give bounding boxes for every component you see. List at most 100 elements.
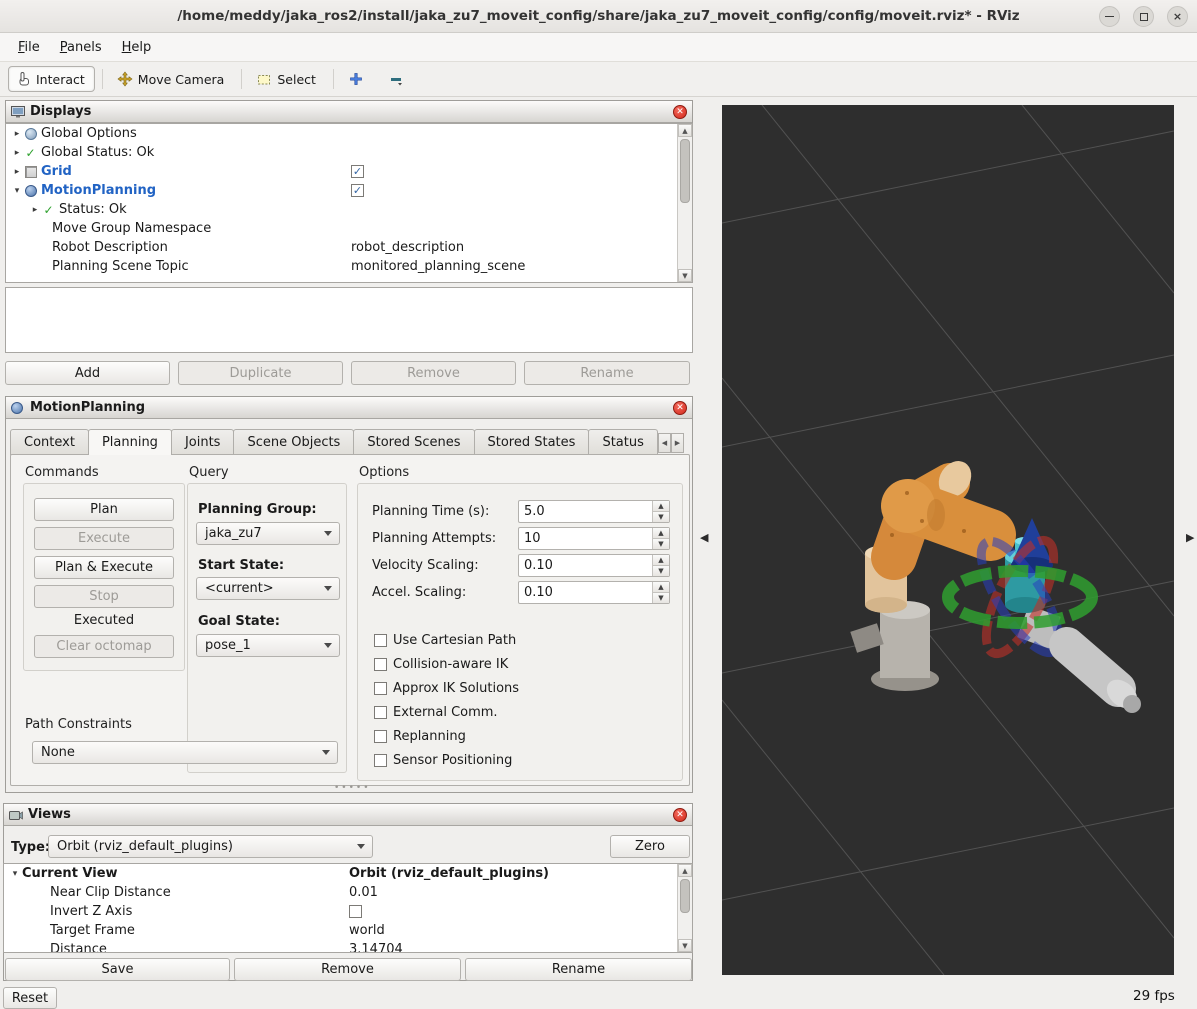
remove-view-button[interactable]: Remove xyxy=(234,958,461,981)
scrollbar-thumb[interactable] xyxy=(680,139,690,203)
collision-aware-ik-checkbox[interactable] xyxy=(374,658,387,671)
row-value[interactable]: world xyxy=(349,923,385,938)
spin-up-icon[interactable]: ▲ xyxy=(653,501,669,512)
views-close-button[interactable]: ✕ xyxy=(673,808,687,822)
accel-scaling-spinbox[interactable]: 0.10 ▲▼ xyxy=(518,581,670,604)
display-row-grid[interactable]: ▸Grid ✓ xyxy=(6,162,692,181)
display-row-motionplanning[interactable]: ▾MotionPlanning ✓ xyxy=(6,181,692,200)
plan-button[interactable]: Plan xyxy=(34,498,174,521)
tab-stored-scenes[interactable]: Stored Scenes xyxy=(353,429,474,455)
spin-up-icon[interactable]: ▲ xyxy=(653,555,669,566)
menu-file[interactable]: File xyxy=(8,36,50,59)
views-panel-header[interactable]: Views ✕ xyxy=(4,804,692,826)
collapse-arrow-icon[interactable]: ▾ xyxy=(8,869,22,879)
scroll-up-icon[interactable]: ▲ xyxy=(678,864,692,877)
invert-z-axis-checkbox[interactable] xyxy=(349,905,362,918)
maximize-button[interactable] xyxy=(1133,6,1154,27)
reset-button[interactable]: Reset xyxy=(3,987,57,1009)
add-display-button[interactable]: Add xyxy=(5,361,170,385)
use-cartesian-path-option[interactable]: Use Cartesian Path xyxy=(374,632,516,648)
panel-collapse-handle-right[interactable]: ▶ xyxy=(1186,531,1194,544)
remove-tool-button[interactable] xyxy=(381,66,414,92)
tab-scroll-left-icon[interactable]: ◀ xyxy=(658,433,671,453)
rename-display-button[interactable]: Rename xyxy=(524,361,690,385)
collapse-arrow-icon[interactable]: ▾ xyxy=(10,186,24,196)
display-row-status-ok[interactable]: ▸✓Status: Ok xyxy=(6,200,692,219)
planning-time-spinbox[interactable]: 5.0 ▲▼ xyxy=(518,500,670,523)
spin-down-icon[interactable]: ▼ xyxy=(653,566,669,576)
approx-ik-solutions-checkbox[interactable] xyxy=(374,682,387,695)
panel-collapse-handle-left[interactable]: ◀ xyxy=(700,531,708,544)
use-cartesian-path-checkbox[interactable] xyxy=(374,634,387,647)
spin-down-icon[interactable]: ▼ xyxy=(653,593,669,603)
row-value[interactable]: 3.14704 xyxy=(349,942,403,953)
move-camera-tool-button[interactable]: Move Camera xyxy=(110,66,235,92)
spin-up-icon[interactable]: ▲ xyxy=(653,582,669,593)
approx-ik-solutions-option[interactable]: Approx IK Solutions xyxy=(374,680,519,696)
planning-group-select[interactable]: jaka_zu7 xyxy=(196,522,340,545)
display-row-global-options[interactable]: ▸Global Options xyxy=(6,124,692,143)
motionplanning-close-button[interactable]: ✕ xyxy=(673,401,687,415)
view-row-current-view[interactable]: ▾Current View Orbit (rviz_default_plugin… xyxy=(4,864,692,883)
tab-scene-objects[interactable]: Scene Objects xyxy=(233,429,354,455)
menu-help[interactable]: Help xyxy=(112,36,162,59)
scroll-up-icon[interactable]: ▲ xyxy=(678,124,692,137)
remove-display-button[interactable]: Remove xyxy=(351,361,516,385)
view-row-distance[interactable]: Distance 3.14704 xyxy=(4,940,692,953)
scroll-down-icon[interactable]: ▼ xyxy=(678,269,692,282)
display-row-global-status[interactable]: ▸✓Global Status: Ok xyxy=(6,143,692,162)
stop-button[interactable]: Stop xyxy=(34,585,174,608)
row-value[interactable]: 0.01 xyxy=(349,885,378,900)
expand-arrow-icon[interactable]: ▸ xyxy=(10,167,24,177)
menu-panels[interactable]: Panels xyxy=(50,36,112,59)
display-row-robot-description[interactable]: Robot Description robot_description xyxy=(6,238,692,257)
tab-context[interactable]: Context xyxy=(10,429,89,455)
add-tool-button[interactable] xyxy=(341,66,374,92)
view-row-target-frame[interactable]: Target Frame world xyxy=(4,921,692,940)
external-comm-option[interactable]: External Comm. xyxy=(374,704,498,720)
row-value[interactable]: robot_description xyxy=(351,240,464,255)
3d-viewport[interactable] xyxy=(722,105,1174,975)
view-row-invert-z[interactable]: Invert Z Axis xyxy=(4,902,692,921)
displays-scrollbar[interactable]: ▲ ▼ xyxy=(677,124,692,282)
expand-arrow-icon[interactable]: ▸ xyxy=(28,205,42,215)
goal-state-select[interactable]: pose_1 xyxy=(196,634,340,657)
resize-grip[interactable]: ••••• xyxy=(334,783,371,793)
zero-view-button[interactable]: Zero xyxy=(610,835,690,858)
planning-attempts-spinbox[interactable]: 10 ▲▼ xyxy=(518,527,670,550)
minimize-button[interactable] xyxy=(1099,6,1120,27)
select-tool-button[interactable]: Select xyxy=(249,66,326,92)
spin-up-icon[interactable]: ▲ xyxy=(653,528,669,539)
execute-button[interactable]: Execute xyxy=(34,527,174,550)
tab-scroll-right-icon[interactable]: ▶ xyxy=(671,433,684,453)
expand-arrow-icon[interactable]: ▸ xyxy=(10,148,24,158)
spin-down-icon[interactable]: ▼ xyxy=(653,512,669,522)
spin-down-icon[interactable]: ▼ xyxy=(653,539,669,549)
display-row-planning-scene-topic[interactable]: Planning Scene Topic monitored_planning_… xyxy=(6,257,692,276)
display-row-move-group-namespace[interactable]: Move Group Namespace xyxy=(6,219,692,238)
tab-planning[interactable]: Planning xyxy=(88,429,172,455)
tab-status[interactable]: Status xyxy=(588,429,657,455)
close-button[interactable]: × xyxy=(1167,6,1188,27)
duplicate-display-button[interactable]: Duplicate xyxy=(178,361,343,385)
tab-stored-states[interactable]: Stored States xyxy=(474,429,590,455)
clear-octomap-button[interactable]: Clear octomap xyxy=(34,635,174,658)
titlebar[interactable]: /home/meddy/jaka_ros2/install/jaka_zu7_m… xyxy=(0,0,1197,33)
expand-arrow-icon[interactable]: ▸ xyxy=(10,129,24,139)
scroll-down-icon[interactable]: ▼ xyxy=(678,939,692,952)
displays-panel-header[interactable]: Displays ✕ xyxy=(6,101,692,123)
motionplanning-enabled-checkbox[interactable]: ✓ xyxy=(351,184,364,197)
tab-joints[interactable]: Joints xyxy=(171,429,235,455)
replanning-checkbox[interactable] xyxy=(374,730,387,743)
views-scrollbar[interactable]: ▲ ▼ xyxy=(677,864,692,952)
view-row-near-clip[interactable]: Near Clip Distance 0.01 xyxy=(4,883,692,902)
sensor-positioning-checkbox[interactable] xyxy=(374,754,387,767)
scrollbar-thumb[interactable] xyxy=(680,879,690,913)
grid-enabled-checkbox[interactable]: ✓ xyxy=(351,165,364,178)
sensor-positioning-option[interactable]: Sensor Positioning xyxy=(374,752,512,768)
collision-aware-ik-option[interactable]: Collision-aware IK xyxy=(374,656,508,672)
displays-close-button[interactable]: ✕ xyxy=(673,105,687,119)
replanning-option[interactable]: Replanning xyxy=(374,728,466,744)
rename-view-button[interactable]: Rename xyxy=(465,958,692,981)
interact-tool-button[interactable]: Interact xyxy=(8,66,95,92)
